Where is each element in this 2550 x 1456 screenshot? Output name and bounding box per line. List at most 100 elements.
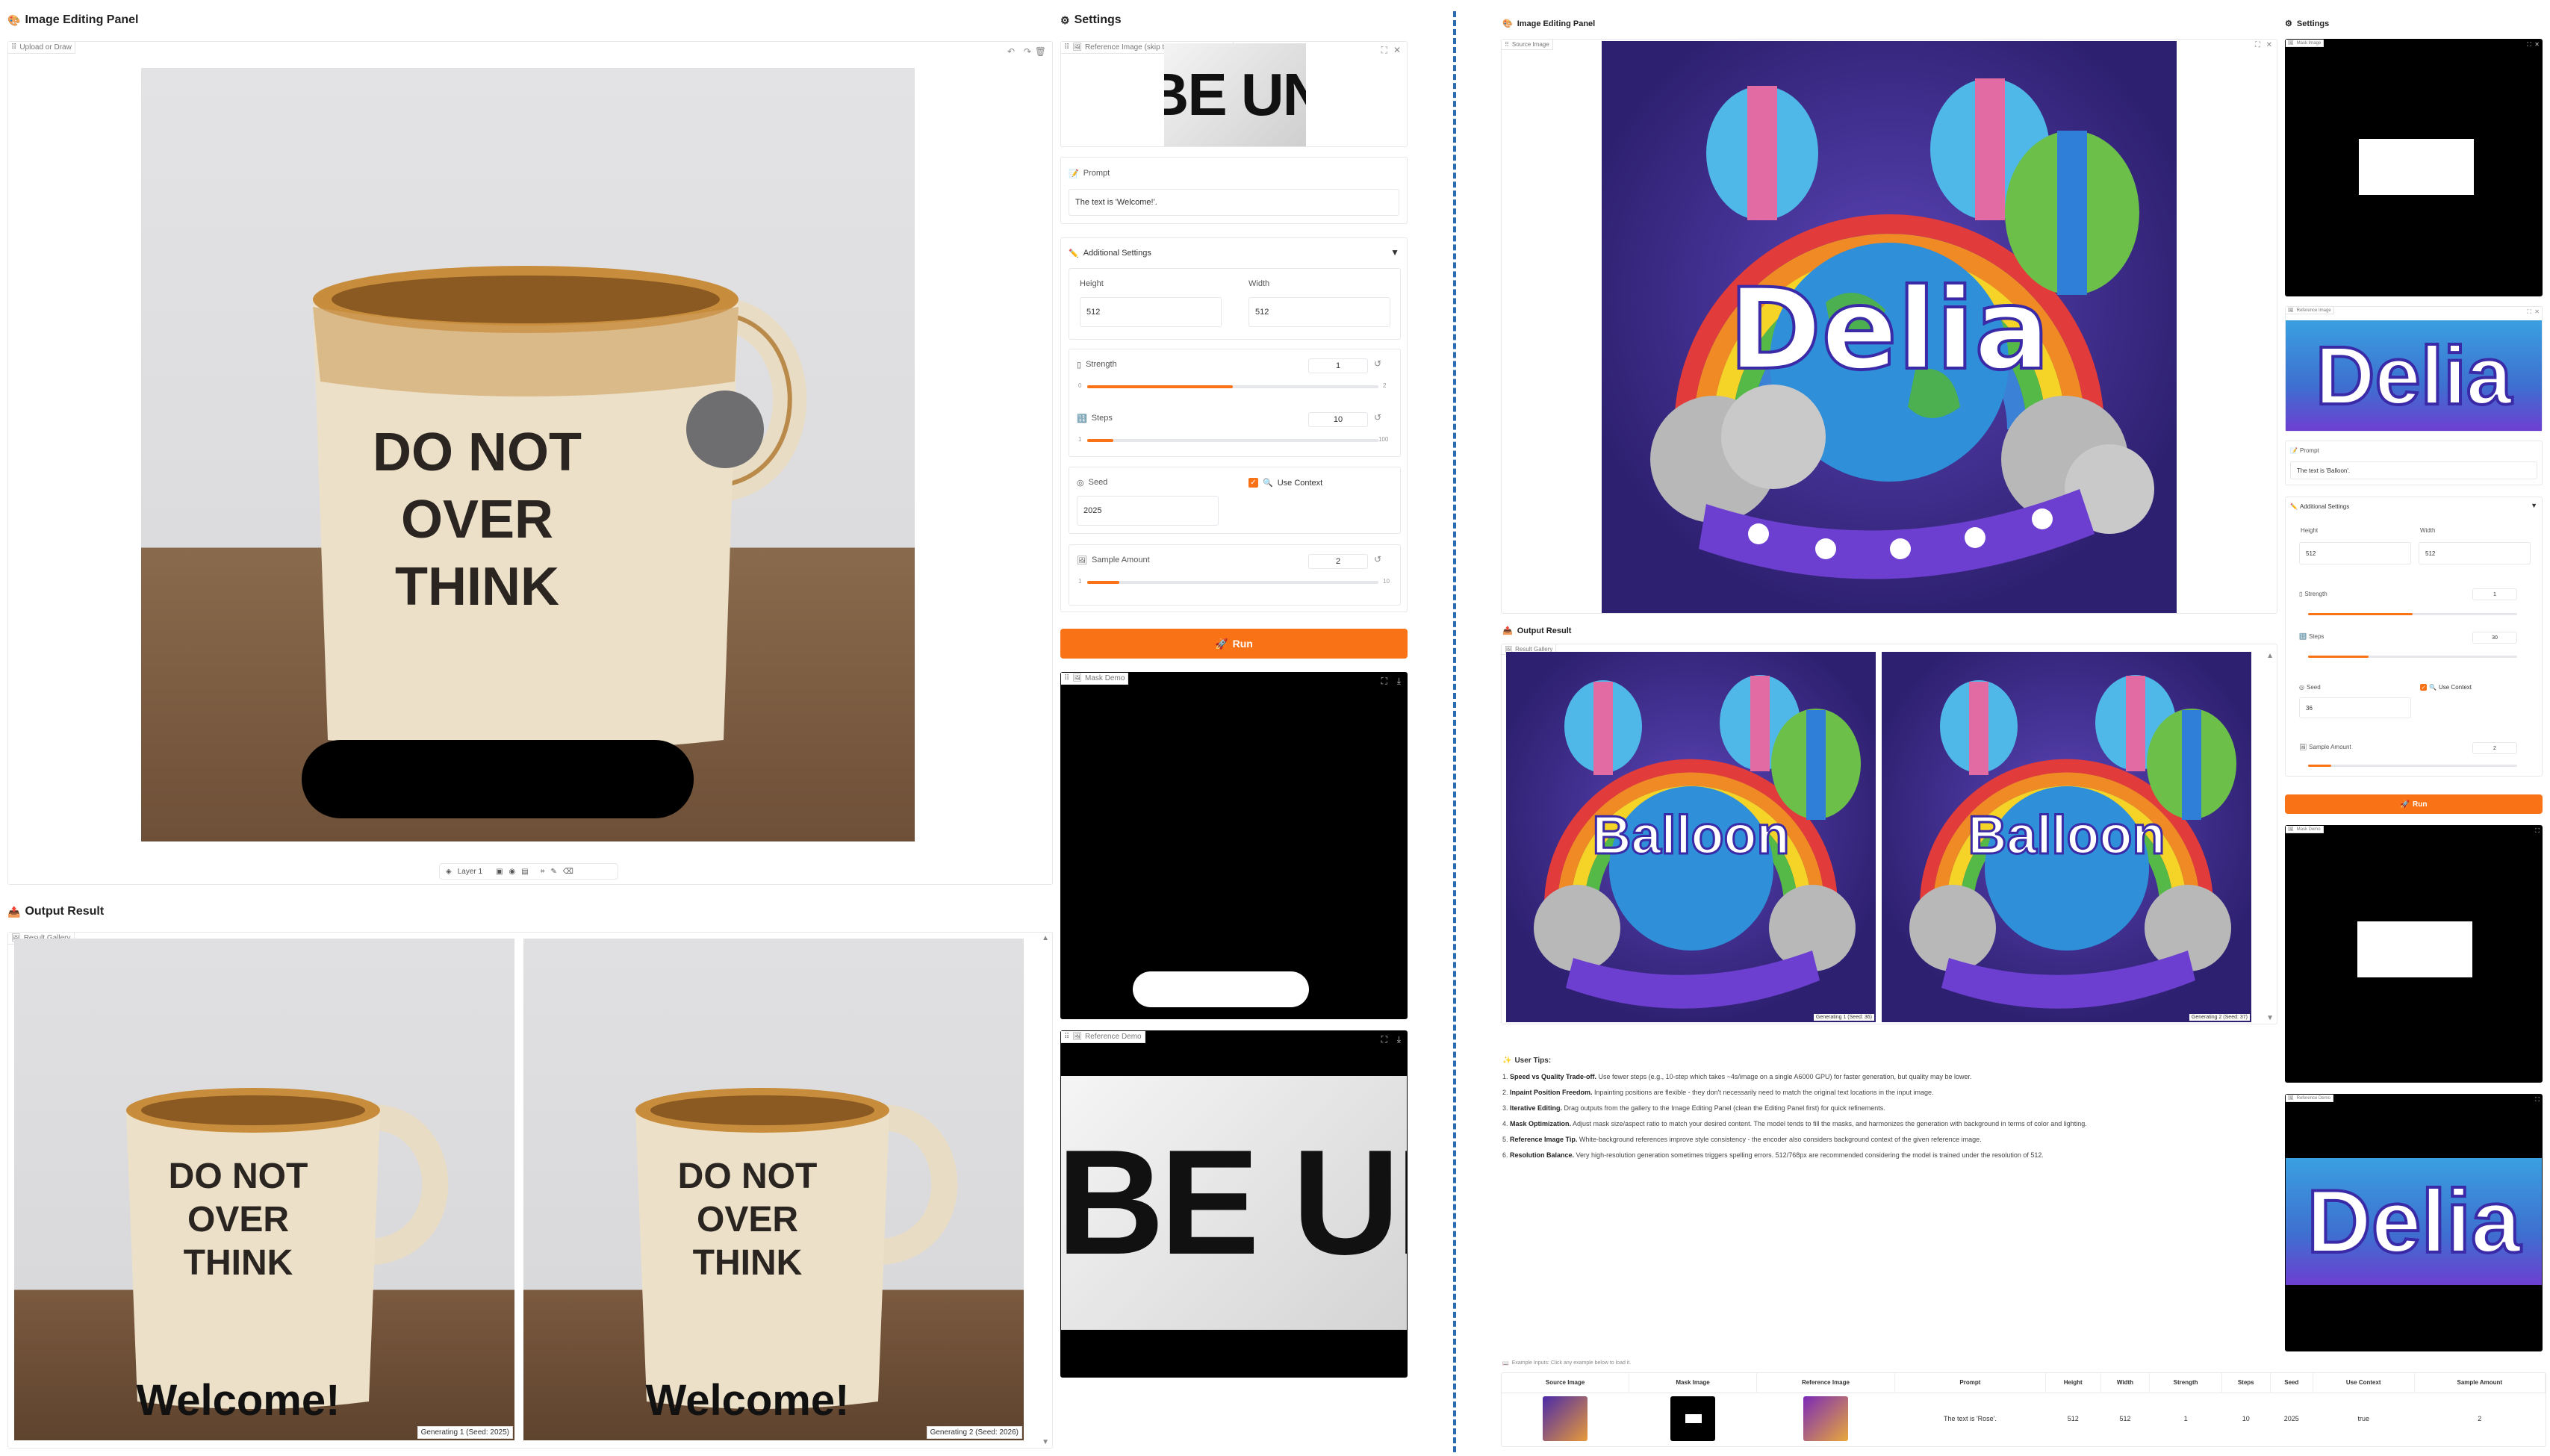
seed-input[interactable]: 2025	[1077, 496, 1219, 526]
fullscreen-icon[interactable]: ⛶	[2535, 827, 2540, 835]
table-cell: 512	[2119, 1415, 2131, 1423]
collapse-icon[interactable]: ▼	[2531, 502, 2537, 509]
eraser-icon[interactable]: ⌫	[563, 868, 573, 876]
prompt-input[interactable]: The text is 'Welcome!'.	[1069, 189, 1399, 216]
book-icon: 📖	[1502, 1361, 1509, 1366]
strength-slider[interactable]	[2308, 613, 2517, 615]
magnifier-icon: 🔍	[1263, 479, 1273, 488]
right-reference-image[interactable]: 🖼 Reference Image ⛶ ✕ Delia	[2285, 306, 2543, 432]
clipboard-icon[interactable]: ▤	[521, 868, 528, 876]
mug-text-line2: OVER	[187, 1200, 290, 1239]
tip-text: Adjust mask size/aspect ratio to match y…	[1571, 1120, 2087, 1127]
fullscreen-icon[interactable]: ⛶	[2527, 308, 2531, 316]
table-row[interactable]: The text is 'Rose'. 512 512 1 10 2025 true 2	[1502, 1393, 2546, 1445]
table-cell	[1756, 1393, 1894, 1445]
table-cell: 10	[2242, 1415, 2250, 1423]
width-input[interactable]: 512	[2419, 542, 2531, 564]
steps-icon: 🔢	[1077, 414, 1087, 423]
right-mask-image[interactable]: 🖼 Mask Image ⛶ ✕	[2285, 39, 2543, 296]
result-image-2[interactable]: DO NOT OVER THINK Welcome! Generating 2 …	[523, 939, 1024, 1440]
close-icon[interactable]: ✕	[2266, 41, 2272, 49]
height-input[interactable]: 512	[2299, 542, 2411, 564]
scroll-down-icon[interactable]: ▼	[1042, 1438, 1049, 1446]
fullscreen-icon[interactable]: ⛶	[1381, 676, 1387, 687]
mug-text-line3: THINK	[183, 1243, 293, 1283]
close-icon[interactable]: ✕	[1393, 45, 1401, 55]
balloon-result-2[interactable]: Balloon Generating 2 (Seed: 37)	[1882, 652, 2251, 1022]
sample-input[interactable]: 2	[2472, 742, 2517, 754]
width-input[interactable]: 512	[1248, 297, 1390, 327]
right-run-button[interactable]: 🚀 Run	[2285, 794, 2543, 814]
fullscreen-icon[interactable]: ⛶	[2527, 41, 2531, 49]
steps-slider[interactable]	[2308, 656, 2517, 658]
image-icon[interactable]: ▣	[496, 868, 503, 876]
mug-text-line2: OVER	[400, 490, 554, 550]
source-delia-image[interactable]: Delia	[1602, 41, 2177, 613]
steps-slider[interactable]	[1087, 439, 1378, 442]
scroll-down-icon[interactable]: ▼	[2266, 1014, 2274, 1022]
fullscreen-icon[interactable]: ⛶	[2255, 41, 2260, 49]
download-icon[interactable]: ⤓	[1397, 676, 1401, 687]
strength-slider[interactable]	[1087, 385, 1378, 388]
redo-icon[interactable]: ↷	[1024, 46, 1031, 57]
sparkle-icon: ✨	[1502, 1057, 1512, 1065]
upload-tab[interactable]: ⠿ Upload or Draw	[8, 42, 75, 54]
image-icon: 🖼	[2288, 1096, 2294, 1101]
reset-icon[interactable]: ↺	[1374, 358, 1381, 369]
steps-input[interactable]: 10	[1308, 412, 1368, 427]
sample-slider[interactable]	[1087, 581, 1378, 584]
left-reference-image[interactable]: ⠿ 🖼 Reference Image (skip this if self-ref…	[1060, 41, 1408, 147]
use-context-checkbox[interactable]: ✓ 🔍 Use Context	[1248, 478, 1322, 488]
grid-icon: ⠿	[1064, 1033, 1070, 1041]
balloon-result-1[interactable]: Balloon Generating 1 (Seed: 36)	[1506, 652, 1876, 1022]
undo-icon[interactable]: ↶	[1007, 46, 1015, 57]
prompt-input[interactable]: The text is 'Balloon'.	[2290, 461, 2537, 479]
image-icon: 🖼	[1072, 1033, 1083, 1041]
palette-icon: 🎨	[1502, 19, 1513, 28]
layer-select[interactable]: Layer 1	[458, 868, 482, 876]
mask-rect	[1685, 1414, 1702, 1424]
height-input[interactable]: 512	[1080, 297, 1222, 327]
source-mug-image[interactable]: DO NOT OVER THINK	[141, 68, 915, 841]
download-icon[interactable]: ⤓	[1397, 1034, 1401, 1045]
sample-slider[interactable]	[2308, 765, 2517, 767]
trash-icon[interactable]: 🗑	[1035, 46, 1046, 57]
reset-icon[interactable]: ↺	[1374, 554, 1381, 564]
right-settings-title: ⚙ Settings	[2285, 19, 2330, 29]
sample-fill	[1087, 581, 1119, 584]
tip-number: 3.	[1502, 1104, 1511, 1112]
left-run-button[interactable]: 🚀 Run	[1060, 629, 1408, 659]
webcam-icon[interactable]: ◉	[509, 868, 516, 876]
scroll-up-icon[interactable]: ▲	[1042, 934, 1049, 942]
tip-number: 4.	[1502, 1120, 1511, 1127]
caption-2: Generating 2 (Seed: 2026)	[926, 1426, 1022, 1439]
additional-settings-header[interactable]: ✏️ Additional Settings	[1069, 249, 1151, 258]
fullscreen-icon[interactable]: ⛶	[2535, 1096, 2540, 1104]
magnifier-icon: 🔍	[2429, 684, 2437, 691]
grid-icon: ⠿	[1505, 41, 1509, 48]
collapse-icon[interactable]: ▼	[1390, 247, 1399, 258]
use-context-checkbox[interactable]: ✓ 🔍 Use Context	[2420, 684, 2472, 691]
scroll-up-icon[interactable]: ▲	[2266, 652, 2274, 660]
close-icon[interactable]: ✕	[2534, 308, 2540, 315]
close-icon[interactable]: ✕	[2534, 41, 2540, 48]
delia-word: Delia	[1727, 264, 2051, 396]
steps-input[interactable]: 30	[2472, 632, 2517, 644]
seed-input[interactable]: 36	[2299, 697, 2411, 718]
fullscreen-icon[interactable]: ⛶	[1381, 45, 1387, 56]
reset-icon[interactable]: ↺	[1374, 412, 1381, 423]
layers-icon[interactable]: ◈	[446, 868, 452, 876]
fullscreen-icon[interactable]: ⛶	[1381, 1034, 1387, 1045]
crop-icon[interactable]: ⌗	[541, 868, 545, 876]
sample-input[interactable]: 2	[1308, 554, 1368, 569]
steps-max: 100	[1378, 436, 1389, 443]
column-header: Prompt	[1894, 1373, 2046, 1393]
sample-icon: 🖼	[2299, 744, 2307, 750]
reference-demo-image: Delia	[2286, 1158, 2542, 1285]
strength-input[interactable]: 1	[1308, 358, 1368, 373]
tip-number: 5.	[1502, 1136, 1511, 1143]
strength-input[interactable]: 1	[2472, 588, 2517, 600]
result-image-1[interactable]: DO NOT OVER THINK Welcome! Generating 1 …	[14, 939, 514, 1440]
brush-icon[interactable]: ✎	[550, 868, 556, 876]
additional-settings-header[interactable]: ✏️ Additional Settings	[2290, 503, 2349, 510]
